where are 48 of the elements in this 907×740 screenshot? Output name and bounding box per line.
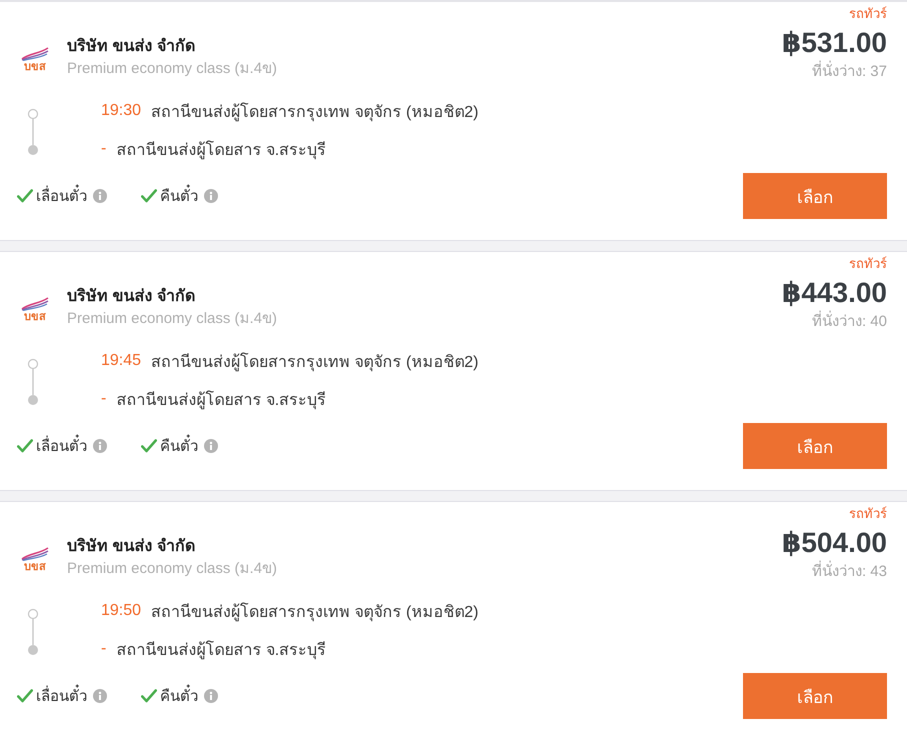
seats-available: ที่นั่งว่าง: 43 (812, 561, 887, 583)
seat-class: Premium economy class (ม.4ข) (67, 559, 278, 579)
swoosh-icon (21, 547, 49, 561)
company-name: บริษัท ขนส่ง จำกัด (67, 286, 196, 307)
price: ฿531.00 (782, 26, 887, 60)
destination-station: สถานีขนส่งผู้โดยสาร จ.สระบุรี (116, 640, 326, 662)
info-icon[interactable] (93, 439, 107, 453)
info-icon[interactable] (204, 689, 218, 703)
origin-station: สถานีขนส่งผู้โดยสารกรุงเทพ จตุจักร (หมอชิต2) (151, 102, 478, 124)
feature-label: เลื่อนตั๋ว (36, 184, 87, 208)
arrival-time: - (101, 390, 106, 408)
feature-label: คืนตั๋ว (160, 434, 198, 458)
departure-time: 19:50 (101, 602, 142, 620)
price: ฿443.00 (782, 276, 887, 310)
swoosh-icon (21, 47, 49, 61)
feature-label: คืนตั๋ว (160, 184, 198, 208)
feature-label: เลื่อนตั๋ว (36, 434, 87, 458)
company-name: บริษัท ขนส่ง จำกัด (67, 536, 196, 557)
info-icon[interactable] (204, 189, 218, 203)
feature-label: คืนตั๋ว (160, 684, 198, 708)
select-button[interactable]: เลือก (743, 173, 887, 219)
logo-text: บขส (24, 561, 46, 573)
select-button[interactable]: เลือก (743, 423, 887, 469)
origin-station: สถานีขนส่งผู้โดยสารกรุงเทพ จตุจักร (หมอชิต2) (151, 602, 478, 624)
departure-time: 19:30 (101, 102, 142, 120)
seat-class: Premium economy class (ม.4ข) (67, 59, 278, 79)
logo-text: บขส (24, 61, 46, 73)
seat-class: Premium economy class (ม.4ข) (67, 309, 278, 329)
company-name: บริษัท ขนส่ง จำกัด (67, 36, 196, 57)
info-icon[interactable] (93, 189, 107, 203)
feature-label: เลื่อนตั๋ว (36, 684, 87, 708)
select-button[interactable]: เลือก (743, 673, 887, 719)
origin-station: สถานีขนส่งผู้โดยสารกรุงเทพ จตุจักร (หมอชิต2) (151, 352, 478, 374)
seats-available: ที่นั่งว่าง: 40 (812, 311, 887, 333)
departure-time: 19:45 (101, 352, 142, 370)
destination-station: สถานีขนส่งผู้โดยสาร จ.สระบุรี (116, 140, 326, 162)
info-icon[interactable] (204, 439, 218, 453)
arrival-time: - (101, 140, 106, 158)
swoosh-icon (21, 297, 49, 311)
bus-type-label: รถทัวร์ (849, 256, 887, 272)
bus-type-label: รถทัวร์ (849, 6, 887, 22)
seats-available: ที่นั่งว่าง: 37 (812, 61, 887, 83)
bus-type-label: รถทัวร์ (849, 506, 887, 522)
arrival-time: - (101, 640, 106, 658)
logo-text: บขส (24, 311, 46, 323)
destination-station: สถานีขนส่งผู้โดยสาร จ.สระบุรี (116, 390, 326, 412)
price: ฿504.00 (782, 526, 887, 560)
info-icon[interactable] (93, 689, 107, 703)
